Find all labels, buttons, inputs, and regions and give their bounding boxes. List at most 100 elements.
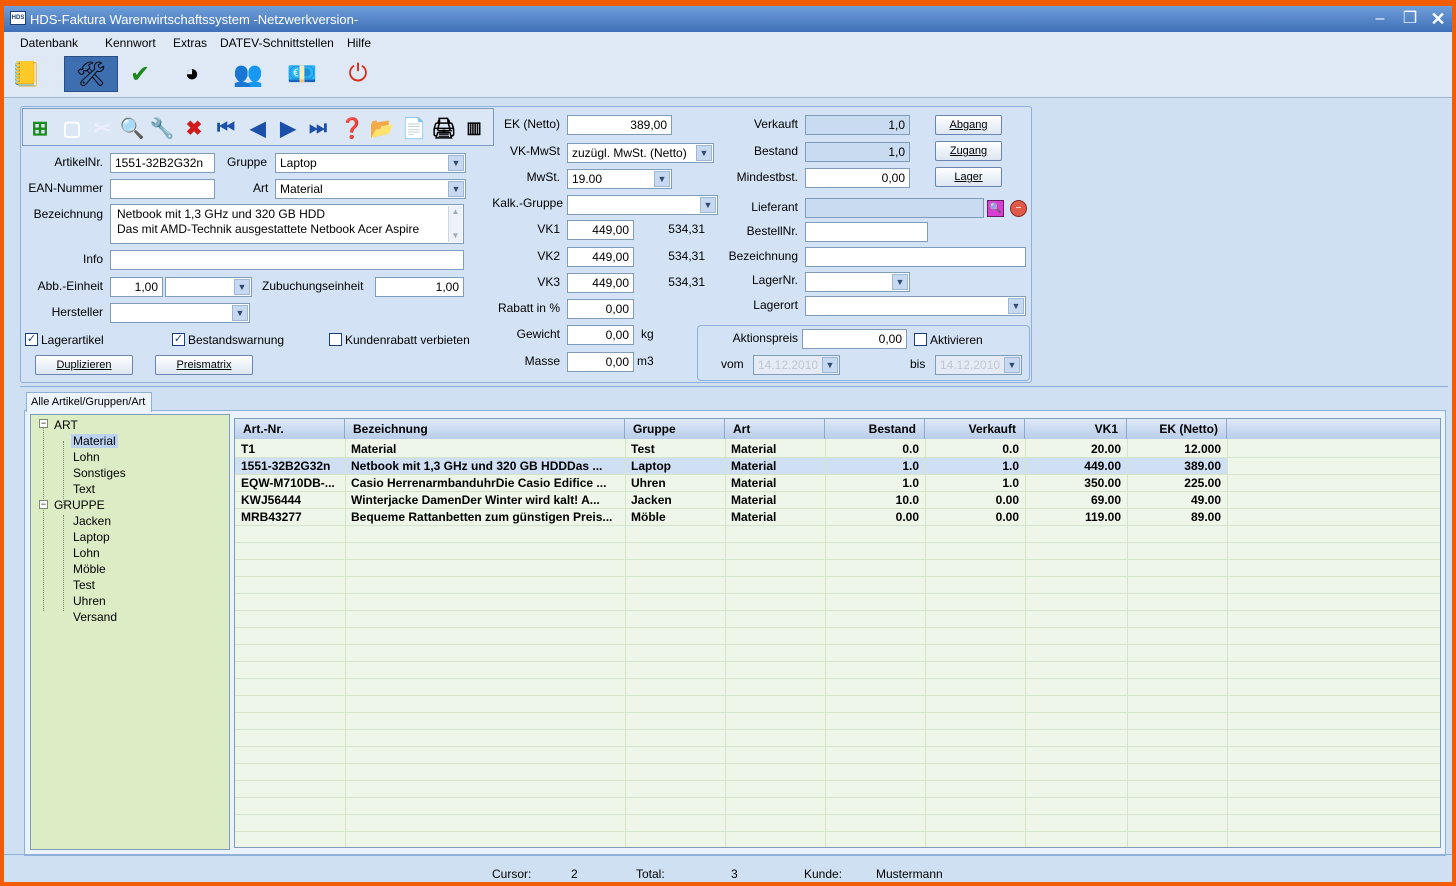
bezeichnung2-field[interactable] bbox=[805, 247, 1026, 267]
help-icon[interactable]: ❓ bbox=[339, 115, 365, 141]
artikelnr-field[interactable]: 1551-32B2G32n bbox=[110, 153, 215, 173]
tree-item[interactable]: Material bbox=[71, 434, 118, 448]
customers-icon[interactable]: 📒 bbox=[8, 56, 44, 92]
open-folder-icon[interactable]: 📂 bbox=[369, 115, 395, 141]
collapse-icon[interactable]: − bbox=[39, 419, 48, 428]
tree-item[interactable]: Uhren bbox=[73, 594, 106, 608]
chevron-down-icon[interactable]: ▼ bbox=[654, 171, 670, 187]
bezeichnung-textarea[interactable]: Netbook mit 1,3 GHz und 320 GB HDD Das m… bbox=[110, 204, 464, 244]
tree-item[interactable]: Jacken bbox=[73, 514, 111, 528]
duplizieren-button[interactable]: Duplizieren bbox=[35, 355, 133, 375]
mindestbestand-field[interactable]: 0,00 bbox=[805, 168, 910, 188]
gruppe-select[interactable]: Laptop ▼ bbox=[275, 153, 466, 173]
menu-datenbank[interactable]: Datenbank bbox=[20, 36, 78, 50]
rabatt-field[interactable]: 0,00 bbox=[567, 299, 634, 319]
chevron-down-icon[interactable]: ▼ bbox=[234, 279, 250, 295]
checkmark-icon[interactable]: ✔ bbox=[122, 56, 158, 92]
bestandswarnung-checkbox[interactable]: ✓ bbox=[172, 333, 185, 346]
ean-field[interactable] bbox=[110, 179, 215, 199]
users-icon[interactable]: 👥 bbox=[230, 56, 266, 92]
chevron-down-icon[interactable]: ▼ bbox=[448, 181, 464, 197]
table-row[interactable]: EQW-M710DB-... Casio HerrenarmbanduhrDie … bbox=[235, 475, 1227, 492]
column-header[interactable]: Bezeichnung bbox=[345, 419, 625, 439]
search-icon[interactable]: 🔍 bbox=[119, 115, 145, 141]
column-header[interactable]: EK (Netto) bbox=[1127, 419, 1227, 439]
abb-unit-select[interactable]: ▼ bbox=[165, 277, 252, 297]
maximize-icon[interactable]: ❐ bbox=[1400, 10, 1420, 28]
tree-node-gruppe[interactable]: GRUPPE bbox=[54, 498, 105, 512]
abgang-button[interactable]: Abgang bbox=[935, 115, 1002, 135]
lagernr-select[interactable]: ▼ bbox=[805, 272, 910, 292]
find-tool-icon[interactable]: 🔧 bbox=[149, 115, 175, 141]
delete-icon[interactable]: ✖ bbox=[181, 115, 207, 141]
zugang-button[interactable]: Zugang bbox=[935, 141, 1002, 161]
power-icon[interactable]: ⏻ bbox=[340, 56, 376, 92]
next-record-icon[interactable]: ▶ bbox=[275, 115, 301, 141]
chevron-down-icon[interactable]: ▼ bbox=[232, 305, 248, 321]
table-row[interactable]: 1551-32B2G32n Netbook mit 1,3 GHz und 320… bbox=[235, 458, 1227, 475]
tree-item[interactable]: Lohn bbox=[73, 450, 100, 464]
aktionspreis-field[interactable]: 0,00 bbox=[802, 329, 907, 349]
gewicht-field[interactable]: 0,00 bbox=[567, 325, 634, 345]
tree-item[interactable]: Test bbox=[73, 578, 95, 592]
aktivieren-checkbox[interactable] bbox=[914, 333, 927, 346]
column-header[interactable]: Verkauft bbox=[925, 419, 1025, 439]
chevron-down-icon[interactable]: ▼ bbox=[700, 197, 716, 213]
vk-mwst-select[interactable]: zuzügl. MwSt. (Netto) ▼ bbox=[567, 143, 714, 163]
column-header[interactable]: VK1 bbox=[1025, 419, 1127, 439]
zubuchungseinheit-field[interactable]: 1,00 bbox=[375, 277, 464, 297]
chevron-down-icon[interactable]: ▼ bbox=[822, 357, 838, 373]
lieferant-search-icon[interactable]: 🔍 bbox=[987, 200, 1004, 217]
first-record-icon[interactable]: ⏮ bbox=[213, 115, 239, 141]
abb-einheit-field[interactable]: 1,00 bbox=[110, 277, 163, 297]
menu-kennwort[interactable]: Kennwort bbox=[105, 36, 156, 50]
lieferant-clear-icon[interactable]: − bbox=[1010, 200, 1027, 217]
column-header[interactable]: Art bbox=[725, 419, 825, 439]
print-preview-icon[interactable]: 📄 bbox=[401, 115, 427, 141]
tree-item[interactable]: Versand bbox=[73, 610, 117, 624]
ek-field[interactable]: 389,00 bbox=[567, 115, 672, 135]
bis-date-select[interactable]: 14.12.2010 ▼ bbox=[935, 355, 1022, 375]
tree-item[interactable]: Möble bbox=[73, 562, 106, 576]
kundenrabatt-checkbox[interactable] bbox=[329, 333, 342, 346]
tree-item[interactable]: Lohn bbox=[73, 546, 100, 560]
tree-item[interactable]: Laptop bbox=[73, 530, 110, 544]
chevron-down-icon[interactable]: ▼ bbox=[892, 274, 908, 290]
last-record-icon[interactable]: ⏭ bbox=[305, 115, 331, 141]
table-row[interactable]: KWJ56444 Winterjacke DamenDer Winter wird… bbox=[235, 492, 1227, 509]
barcode-icon[interactable]: ▥ bbox=[461, 115, 487, 141]
lagerort-select[interactable]: ▼ bbox=[805, 296, 1026, 316]
masse-field[interactable]: 0,00 bbox=[567, 352, 634, 372]
chevron-down-icon[interactable]: ▼ bbox=[1004, 357, 1020, 373]
new-record-icon[interactable]: ⊞ bbox=[27, 115, 53, 141]
art-select[interactable]: Material ▼ bbox=[275, 179, 466, 199]
lagerartikel-checkbox[interactable]: ✓ bbox=[25, 333, 38, 346]
textarea-scrollbar[interactable]: ▲ ▼ bbox=[448, 206, 462, 242]
lieferant-field[interactable] bbox=[805, 198, 984, 218]
collapse-icon[interactable]: − bbox=[39, 500, 48, 509]
column-header[interactable]: Art.-Nr. bbox=[235, 419, 345, 439]
minimize-icon[interactable]: ‒ bbox=[1370, 10, 1390, 28]
articles-tools-icon[interactable]: 🛠 bbox=[64, 56, 118, 92]
menu-hilfe[interactable]: Hilfe bbox=[347, 36, 371, 50]
pie-chart-icon[interactable]: ◕ bbox=[174, 56, 210, 92]
chevron-down-icon[interactable]: ▼ bbox=[1008, 298, 1024, 314]
table-row[interactable]: MRB43277 Bequeme Rattanbetten zum günstig… bbox=[235, 509, 1227, 526]
tab-alle-artikel[interactable]: Alle Artikel/Gruppen/Art bbox=[26, 392, 152, 412]
vk2-field[interactable]: 449,00 bbox=[567, 247, 634, 267]
vk3-field[interactable]: 449,00 bbox=[567, 273, 634, 293]
close-icon[interactable]: ✕ bbox=[1428, 10, 1448, 28]
menu-extras[interactable]: Extras bbox=[173, 36, 207, 50]
vom-date-select[interactable]: 14.12.2010 ▼ bbox=[753, 355, 840, 375]
tree-item[interactable]: Sonstiges bbox=[73, 466, 126, 480]
bestellnr-field[interactable] bbox=[805, 222, 928, 242]
preismatrix-button[interactable]: Preismatrix bbox=[155, 355, 253, 375]
tree-node-art[interactable]: ART bbox=[54, 418, 78, 432]
column-header[interactable]: Bestand bbox=[825, 419, 925, 439]
mwst-select[interactable]: 19.00 ▼ bbox=[567, 169, 672, 189]
menu-datev[interactable]: DATEV-Schnittstellen bbox=[220, 36, 334, 50]
lager-button[interactable]: Lager bbox=[935, 167, 1002, 187]
chevron-down-icon[interactable]: ▼ bbox=[696, 145, 712, 161]
prev-record-icon[interactable]: ◀ bbox=[245, 115, 271, 141]
hersteller-select[interactable]: ▼ bbox=[110, 303, 250, 323]
